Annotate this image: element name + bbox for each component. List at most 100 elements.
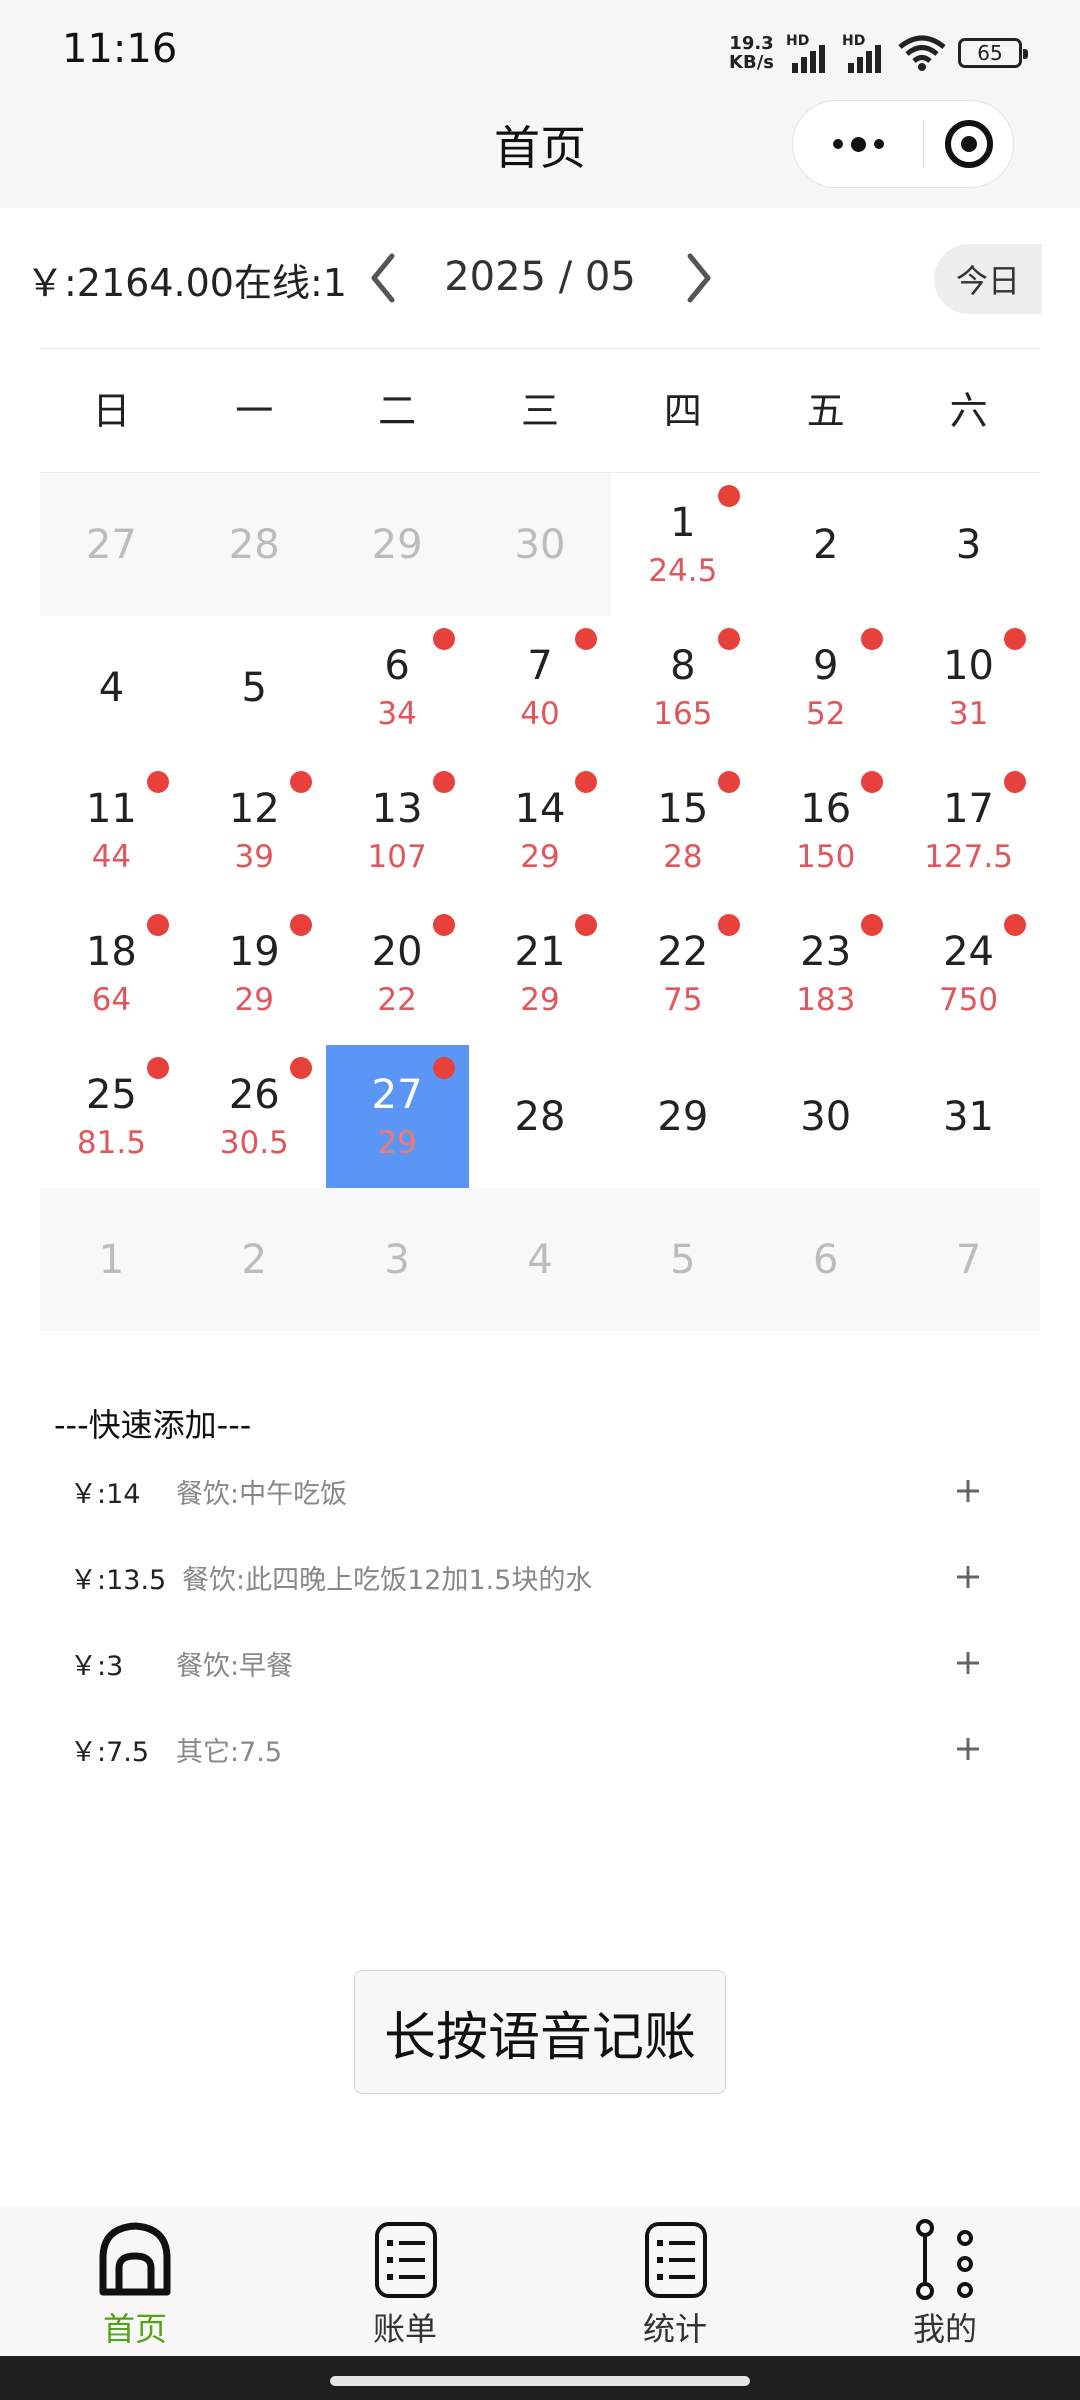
record-dot-indicator	[289, 771, 312, 793]
tab-home[interactable]: 首页	[0, 2206, 270, 2356]
target-circle-icon	[944, 120, 993, 168]
calendar-day[interactable]: 4	[468, 1188, 612, 1331]
day-number: 1	[98, 1236, 125, 1283]
calendar-day[interactable]: 17 127.5	[897, 759, 1040, 902]
home-indicator[interactable]	[330, 2376, 750, 2386]
quick-add-item[interactable]: ￥:7.5 其它:7.5	[0, 1706, 1080, 1792]
day-number: 6	[384, 642, 410, 689]
tab-mine[interactable]: 我的	[810, 2206, 1080, 2356]
day-amount: 127.5	[924, 838, 1013, 875]
calendar-day[interactable]: 19 29	[183, 902, 326, 1045]
calendar-day[interactable]: 3	[325, 1188, 469, 1331]
tab-label: 统计	[642, 2310, 707, 2348]
user-nodes-icon	[903, 2218, 987, 2302]
record-dot-indicator	[146, 771, 169, 793]
day-number: 24	[943, 928, 995, 975]
calendar-day[interactable]: 21 29	[469, 902, 612, 1045]
day-number: 25	[85, 1071, 137, 1118]
day-amount: 28	[663, 838, 703, 875]
quick-add-desc: 餐饮:此四晚上吃饭12加1.5块的水	[182, 1564, 593, 1596]
calendar-day[interactable]: 7	[897, 1188, 1040, 1331]
calendar-day[interactable]: 4	[40, 616, 183, 759]
calendar-day[interactable]: 28	[469, 1045, 612, 1188]
battery-icon: 65	[958, 38, 1028, 68]
calendar-day[interactable]: 14 29	[469, 759, 612, 902]
calendar-day[interactable]: 31	[897, 1045, 1040, 1188]
quick-add-price: ￥:14	[70, 1478, 141, 1510]
calendar-day[interactable]: 22 75	[611, 902, 754, 1045]
month-label[interactable]: 2025 / 05	[420, 254, 660, 300]
quick-add-item[interactable]: ￥:3 餐饮:早餐	[0, 1620, 1080, 1706]
record-dot-indicator	[861, 628, 884, 650]
calendar-day[interactable]: 30	[754, 1045, 897, 1188]
calendar-day[interactable]: 18 64	[40, 902, 183, 1045]
tab-stats[interactable]: 统计	[540, 2206, 810, 2356]
record-dot-indicator	[718, 485, 741, 507]
close-button[interactable]	[924, 101, 1013, 187]
calendar-day[interactable]: 1	[40, 1188, 183, 1331]
calendar-day[interactable]: 30	[468, 473, 612, 616]
network-speed: 19.3 KB/s	[729, 34, 774, 72]
quick-add-item[interactable]: ￥:13.5 餐饮:此四晚上吃饭12加1.5块的水	[0, 1534, 1080, 1620]
list-icon	[633, 2218, 717, 2302]
calendar-day[interactable]: 9 52	[754, 616, 897, 759]
day-amount: 750	[938, 981, 999, 1018]
record-dot-indicator	[718, 628, 741, 650]
calendar-day[interactable]: 10 31	[897, 616, 1040, 759]
calendar-day[interactable]: 5	[183, 616, 326, 759]
quick-add-item[interactable]: ￥:14 餐饮:中午吃饭	[0, 1448, 1080, 1534]
calendar-day[interactable]: 6 34	[326, 616, 469, 759]
calendar-day-selected[interactable]: 27 29	[325, 1045, 469, 1188]
calendar-day[interactable]: 5	[611, 1188, 755, 1331]
calendar-day[interactable]: 1 24.5	[611, 473, 754, 616]
record-dot-indicator	[146, 914, 169, 936]
day-number: 1	[670, 499, 696, 546]
voice-record-button[interactable]: 长按语音记账	[354, 1970, 726, 2094]
day-number: 27	[371, 1071, 423, 1118]
calendar-day[interactable]: 26 30.5	[183, 1045, 326, 1188]
calendar-day[interactable]: 16 150	[754, 759, 897, 902]
calendar-day[interactable]: 2	[182, 1188, 326, 1331]
calendar-day[interactable]: 23 183	[754, 902, 897, 1045]
plus-icon[interactable]	[948, 1557, 988, 1597]
quick-add-price: ￥:3	[70, 1650, 124, 1682]
day-number: 14	[514, 785, 566, 832]
day-number: 6	[812, 1236, 839, 1283]
next-month-button[interactable]	[674, 250, 724, 306]
quick-add-price: ￥:13.5	[70, 1564, 167, 1596]
today-button[interactable]: 今日	[934, 244, 1042, 314]
day-amount: 29	[520, 838, 560, 875]
plus-icon[interactable]	[948, 1729, 988, 1769]
calendar-day[interactable]: 12 39	[183, 759, 326, 902]
prev-month-button[interactable]	[358, 250, 408, 306]
plus-icon[interactable]	[948, 1471, 988, 1511]
divider	[40, 348, 1040, 349]
hd-label: HD	[786, 33, 810, 49]
calendar-day[interactable]: 28	[182, 473, 326, 616]
day-number: 7	[955, 1236, 982, 1283]
calendar-day[interactable]: 3	[897, 473, 1040, 616]
calendar-day[interactable]: 29	[325, 473, 469, 616]
more-dots-icon[interactable]	[793, 101, 923, 187]
calendar-day[interactable]: 15 28	[611, 759, 754, 902]
calendar-day[interactable]: 8 165	[611, 616, 754, 759]
system-nav-bar	[0, 2356, 1080, 2400]
calendar-day[interactable]: 2	[754, 473, 897, 616]
calendar-day[interactable]: 25 81.5	[40, 1045, 183, 1188]
calendar-day[interactable]: 24 750	[897, 902, 1040, 1045]
day-number: 28	[514, 1093, 566, 1140]
calendar-day[interactable]: 27	[40, 473, 183, 616]
calendar-day[interactable]: 6	[754, 1188, 898, 1331]
day-amount: 34	[377, 695, 417, 732]
tab-bills[interactable]: 账单	[270, 2206, 540, 2356]
calendar-day[interactable]: 20 22	[326, 902, 469, 1045]
calendar-day[interactable]: 29	[611, 1045, 754, 1188]
calendar-day[interactable]: 11 44	[40, 759, 183, 902]
calendar-day[interactable]: 13 107	[326, 759, 469, 902]
network-speed-value: 19.3	[729, 33, 774, 54]
status-time: 11:16	[62, 26, 178, 72]
tab-label: 首页	[102, 2310, 167, 2348]
plus-icon[interactable]	[948, 1643, 988, 1683]
calendar-day[interactable]: 7 40	[469, 616, 612, 759]
day-number: 30	[514, 521, 566, 568]
